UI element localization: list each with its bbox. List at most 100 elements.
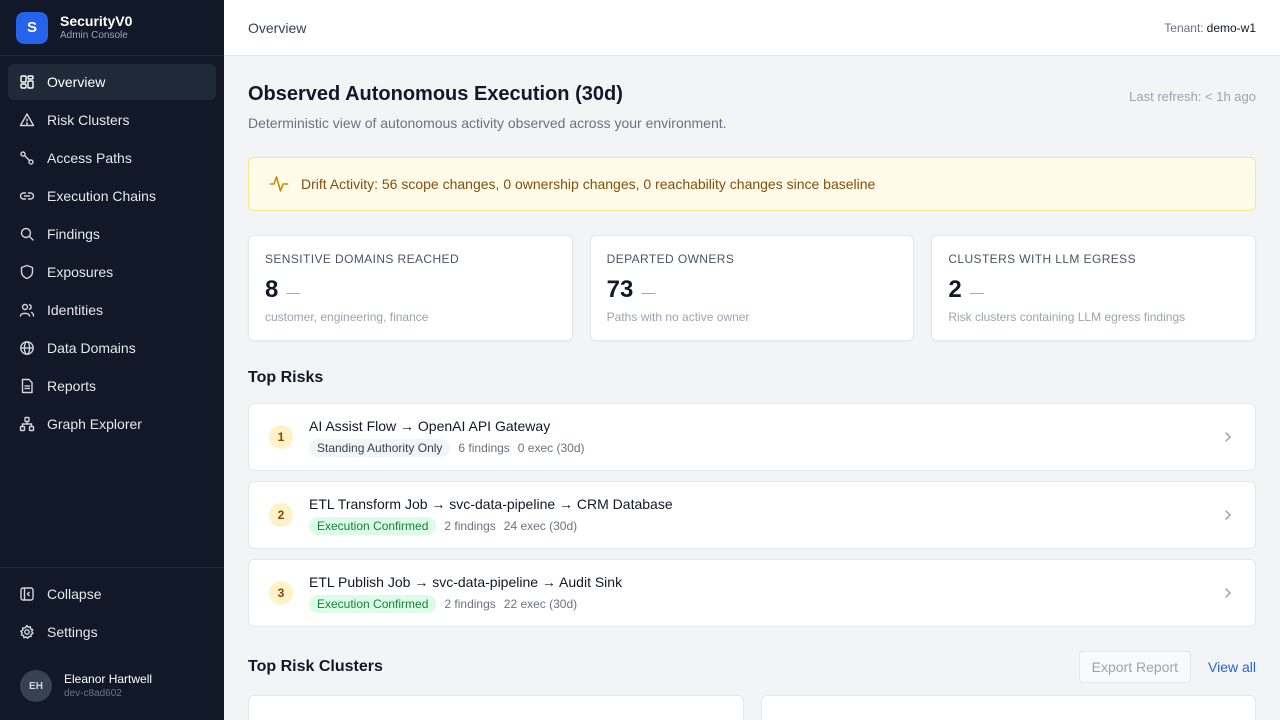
risk-row[interactable]: 3 ETL Publish Job → svc-data-pipeline → … [248,559,1256,627]
findings-count: 2 findings [444,518,496,533]
top-bar: Overview Tenant: demo-w1 [224,0,1280,56]
breadcrumb: Overview [248,19,307,36]
stat-label: Clusters With LLM Egress [948,252,1136,266]
stat-description: Paths with no active owner [606,310,750,324]
top-risks-list: 1 AI Assist Flow → OpenAI API Gateway St… [248,403,1256,627]
stat-value: 73 [606,276,634,303]
sidebar-item-exposures[interactable]: Exposures [8,254,216,290]
sidebar-item-access-paths[interactable]: Access Paths [8,140,216,176]
avatar: EH [20,670,52,702]
sidebar-item-label: Risk Clusters [47,112,130,128]
top-risks-heading: Top Risks [248,369,324,386]
graph-icon [19,416,35,432]
drift-text: Drift Activity: 56 scope changes, 0 owne… [301,176,876,192]
brand-subtitle: Admin Console [60,30,128,41]
sidebar-item-label: Reports [47,378,97,394]
sidebar-item-label: Access Paths [47,150,132,166]
file-text-icon [21,378,33,394]
risk-title: AI Assist Flow → OpenAI API Gateway [309,417,551,434]
sidebar-nav: Overview Risk Clusters Access Paths Exec… [0,56,224,452]
cluster-card[interactable] [760,695,1256,720]
sidebar-item-graph-explorer[interactable]: Graph Explorer [8,406,216,442]
brand-name: SecurityV0 [60,13,133,29]
warning-triangle-icon [19,113,35,127]
tenant-label: Tenant: [1164,20,1204,35]
stat-delta: — [641,284,656,300]
sidebar-item-label: Data Domains [47,340,136,356]
stat-description: customer, engineering, finance [265,310,429,324]
chevron-right-icon [1225,510,1232,520]
search-icon [20,227,34,241]
sidebar-footer: Collapse Settings EH Eleanor Hartwell de… [0,567,224,720]
status-badge: Execution Confirmed [309,516,437,535]
sidebar-item-reports[interactable]: Reports [8,368,216,404]
activity-pulse-icon [269,176,289,192]
user-profile[interactable]: EH Eleanor Hartwell dev-c8ad602 [8,652,216,712]
top-risk-clusters-heading: Top Risk Clusters [248,658,383,675]
rank-badge: 2 [269,503,293,527]
risk-row[interactable]: 2 ETL Transform Job → svc-data-pipeline … [248,481,1256,549]
sidebar-item-identities[interactable]: Identities [8,292,216,328]
sidebar-item-data-domains[interactable]: Data Domains [8,330,216,366]
stat-delta: — [286,284,301,300]
collapse-button[interactable]: Collapse [8,576,216,612]
settings-button[interactable]: Settings [8,614,216,650]
stat-card-sensitive-domains: Sensitive Domains Reached 8 — customer, e… [248,235,573,341]
globe-icon [20,341,34,355]
exec-count: 0 exec (30d) [517,440,585,455]
risk-title: ETL Publish Job → svc-data-pipeline → Au… [309,573,623,590]
page-header: Observed Autonomous Execution (30d) Last… [248,83,1256,106]
dashboard-icon [20,75,34,89]
drift-activity-banner: Drift Activity: 56 scope changes, 0 owne… [248,157,1256,211]
brand-logo: S [16,11,48,44]
gear-icon [20,624,34,639]
main-content: Observed Autonomous Execution (30d) Last… [224,56,1280,720]
findings-count: 6 findings [458,440,510,455]
sidebar-item-label: Execution Chains [47,188,156,204]
tenant-value: demo-w1 [1206,20,1256,35]
risk-title: ETL Transform Job → svc-data-pipeline → … [309,495,673,512]
users-icon [19,303,35,317]
settings-label: Settings [47,624,98,640]
collapse-icon [20,587,34,601]
status-badge: Execution Confirmed [309,594,437,613]
risk-row[interactable]: 1 AI Assist Flow → OpenAI API Gateway St… [248,403,1256,471]
collapse-label: Collapse [47,586,102,602]
stat-label: Sensitive Domains Reached [265,252,460,266]
brand: S SecurityV0 Admin Console [0,0,224,56]
sidebar-item-label: Exposures [47,264,114,280]
stat-value: 8 [265,276,279,303]
clusters-grid [248,695,1256,720]
sidebar: S SecurityV0 Admin Console Overview Risk… [0,0,224,720]
stat-description: Risk clusters containing LLM egress find… [948,310,1186,324]
sidebar-item-overview[interactable]: Overview [8,64,216,100]
rank-badge: 3 [269,581,293,605]
user-name: Eleanor Hartwell [64,672,153,686]
rank-badge: 1 [269,425,293,449]
sidebar-item-findings[interactable]: Findings [8,216,216,252]
exec-count: 24 exec (30d) [503,518,578,533]
clusters-header: Top Risk Clusters Export Report View all [248,651,1256,683]
link-icon [19,192,35,200]
chevron-right-icon [1225,432,1232,442]
route-icon [20,151,34,165]
sidebar-item-label: Overview [47,74,106,90]
status-badge: Standing Authority Only [309,438,451,457]
sidebar-item-risk-clusters[interactable]: Risk Clusters [8,102,216,138]
export-report-button[interactable]: Export Report [1078,651,1191,683]
page-subtitle: Deterministic view of autonomous activit… [248,115,727,131]
stat-value: 2 [948,276,962,303]
sidebar-item-execution-chains[interactable]: Execution Chains [8,178,216,214]
exec-count: 22 exec (30d) [503,596,578,611]
sidebar-item-label: Graph Explorer [47,416,142,432]
stat-label: Departed Owners [606,252,735,266]
sidebar-item-label: Findings [47,226,100,242]
findings-count: 2 findings [444,596,496,611]
user-id: dev-c8ad602 [64,688,122,699]
tenant-indicator[interactable]: Tenant: demo-w1 [1164,21,1256,35]
shield-icon [20,264,34,280]
last-refresh: Last refresh: < 1h ago [1129,89,1256,104]
cluster-card[interactable] [248,695,744,720]
stat-card-departed-owners: Departed Owners 73 — Paths with no active… [589,235,915,341]
view-all-link[interactable]: View all [1208,659,1256,675]
